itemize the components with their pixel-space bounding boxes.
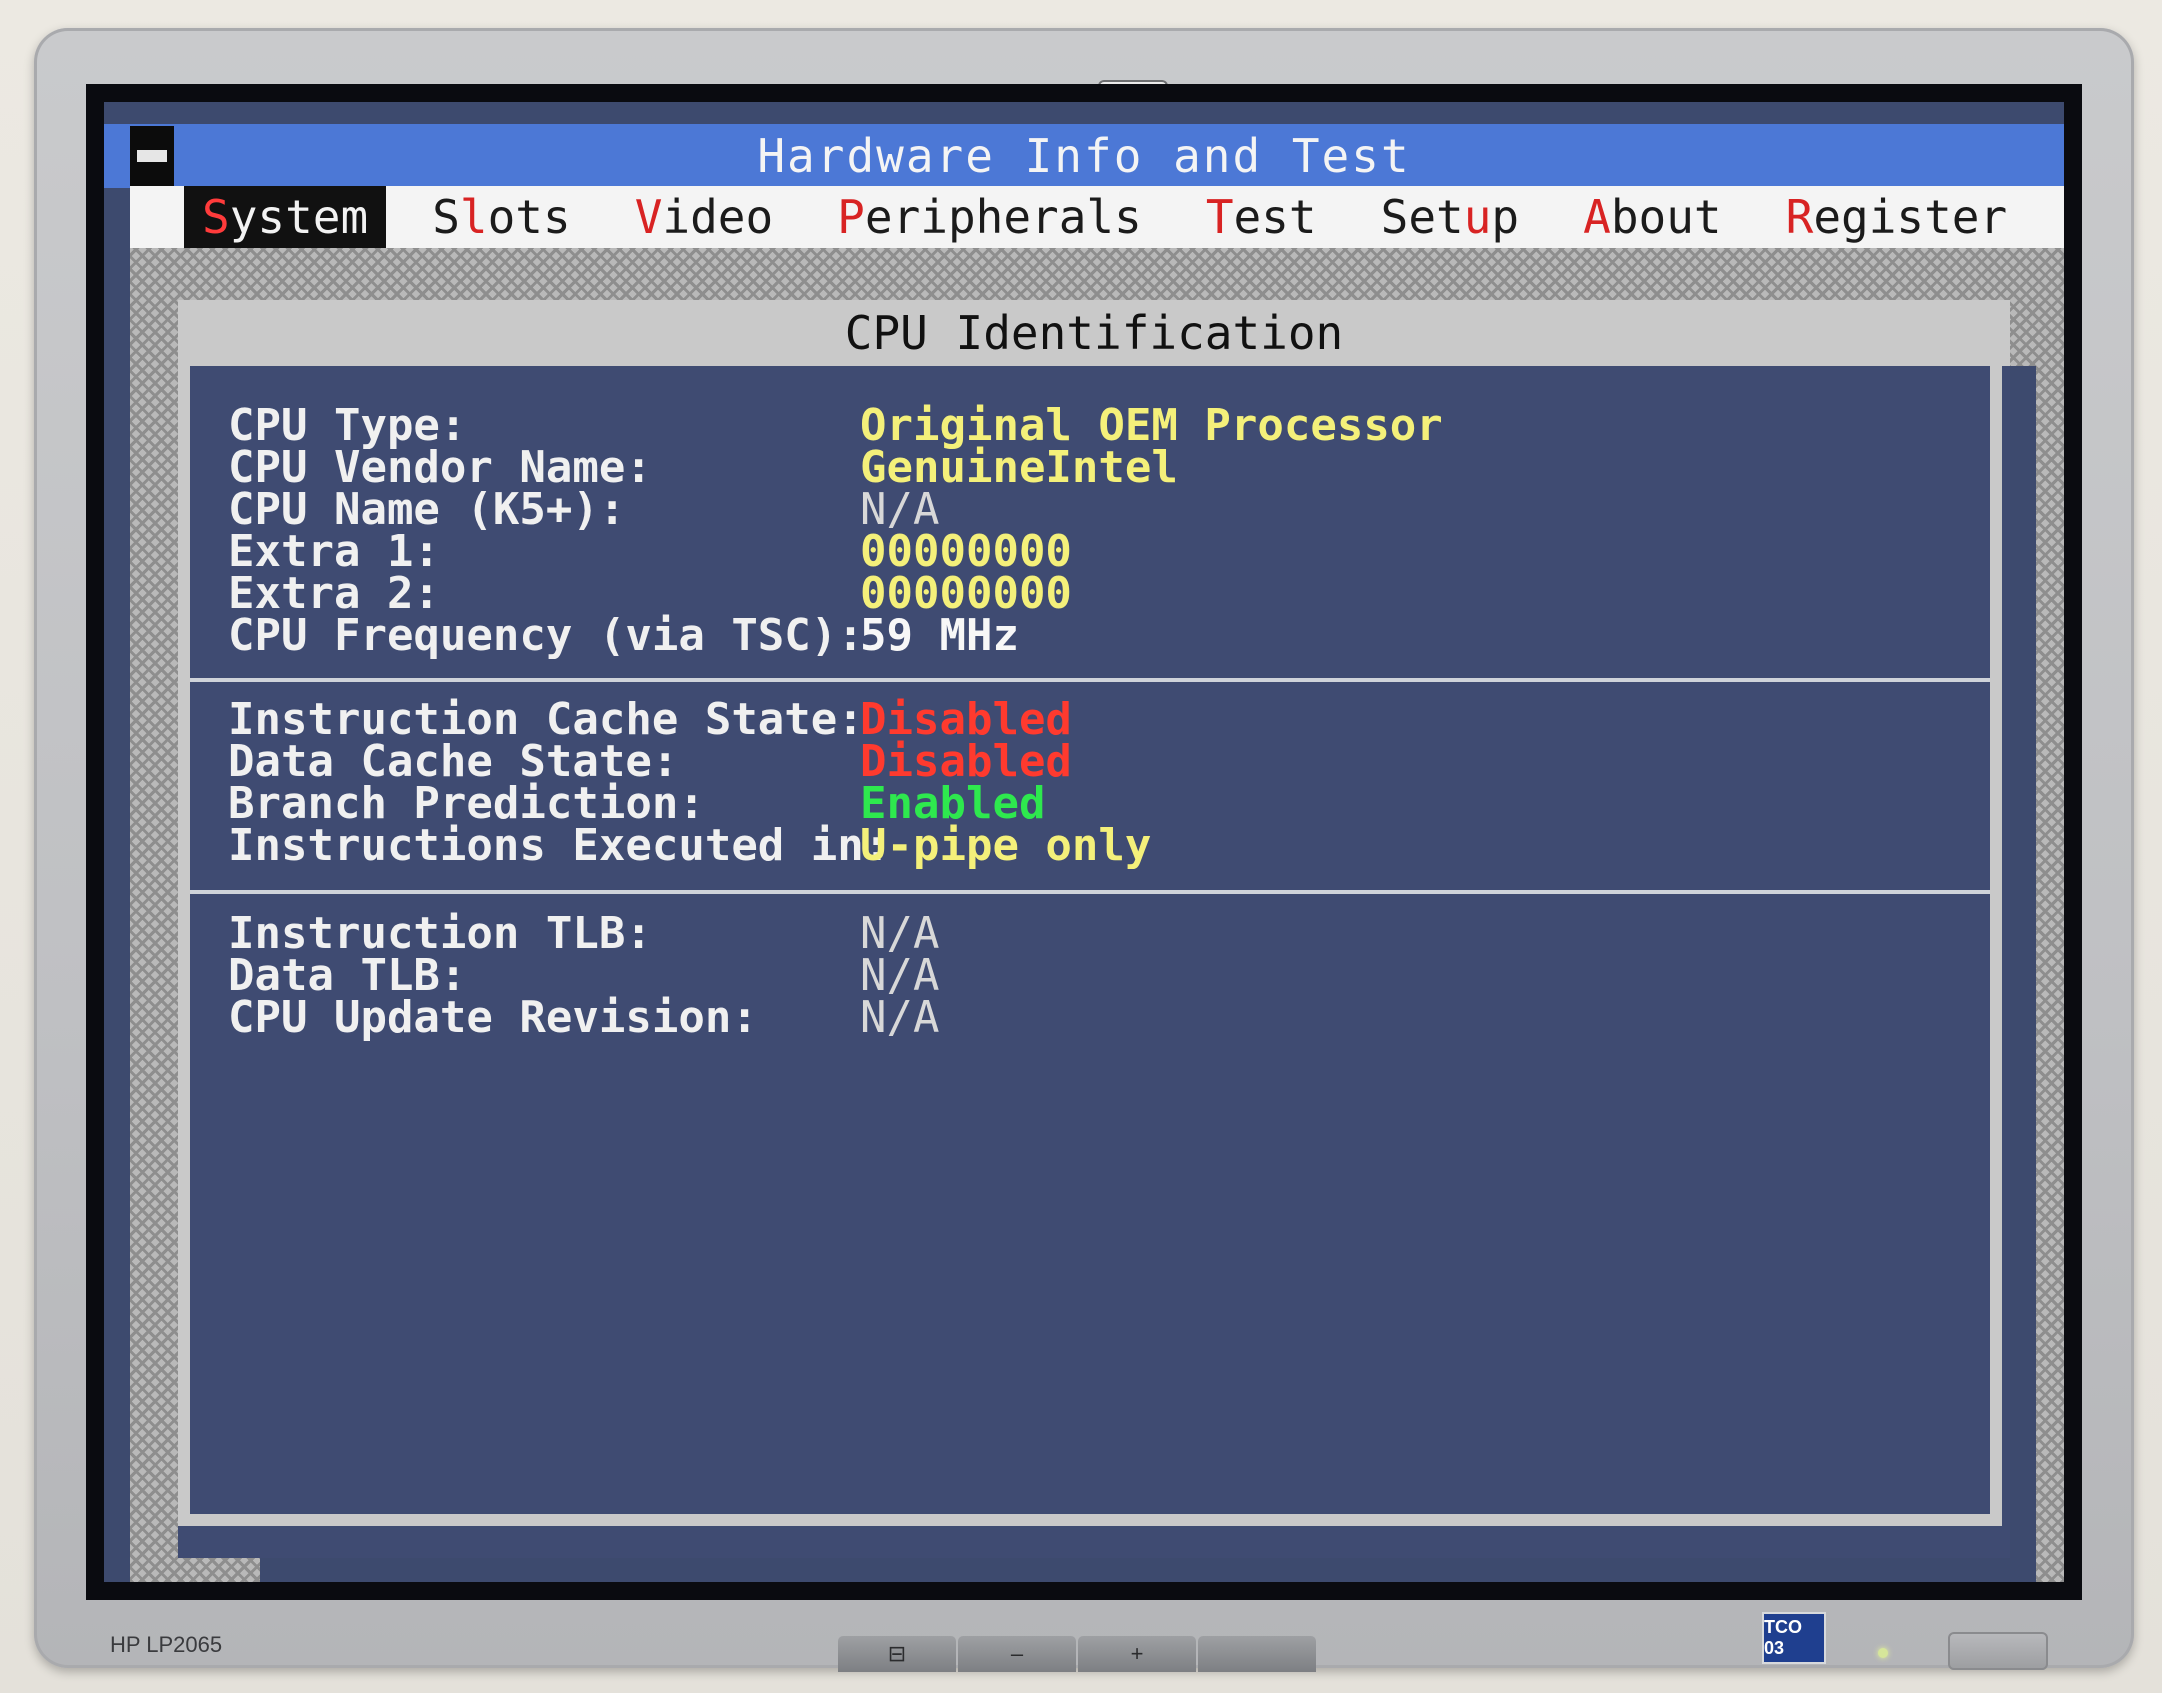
- info-row-update-revision: CPU Update Revision: N/A: [228, 990, 1928, 1044]
- menu-hotkey: A: [1583, 190, 1611, 244]
- bezel-minus-button[interactable]: –: [958, 1636, 1076, 1672]
- info-label: Instructions Executed in:: [228, 819, 891, 871]
- monitor-model-label: HP LP2065: [110, 1632, 223, 1657]
- dialog-frame: [178, 1514, 2002, 1526]
- section-divider: [190, 890, 1990, 894]
- menu-test[interactable]: Test: [1188, 186, 1335, 248]
- menu-label: p: [1491, 190, 1520, 244]
- cpu-identification-dialog: CPU Identification CPU Type: Original OE…: [178, 300, 2010, 1558]
- dialog-shadow: [260, 1558, 2036, 1582]
- menu-hotkey: T: [1205, 190, 1234, 244]
- menu-video[interactable]: Video: [617, 186, 791, 248]
- power-led: [1878, 1648, 1888, 1658]
- power-button[interactable]: [1948, 1632, 2048, 1670]
- menu-hotkey: P: [837, 190, 865, 244]
- info-value: 59 MHz: [860, 609, 1019, 661]
- dialog-frame: [1990, 366, 2002, 1526]
- bezel-menu-button[interactable]: [1198, 1636, 1316, 1672]
- dialog-title: CPU Identification: [178, 300, 2010, 366]
- dialog-shadow: [2010, 366, 2036, 1582]
- menu-system[interactable]: System: [184, 186, 387, 248]
- menu-hotkey: l: [459, 190, 488, 244]
- info-row-pipe: Instructions Executed in: U-pipe only: [228, 818, 1928, 872]
- menu-slots[interactable]: Sl ots: [414, 186, 589, 248]
- menu-about[interactable]: About: [1565, 186, 1739, 248]
- info-label: CPU Frequency (via TSC):: [228, 609, 864, 661]
- bezel-button-row: ⊟ – +: [838, 1636, 1318, 1676]
- menu-label: Set: [1380, 190, 1464, 244]
- menu-peripherals[interactable]: Peripherals: [819, 186, 1160, 248]
- menu-label: eripherals: [864, 190, 1142, 244]
- section-divider: [190, 678, 1990, 682]
- dialog-frame: [178, 366, 190, 1526]
- screen: Hardware Info and Test System Sl ots Vide…: [104, 102, 2064, 1582]
- menu-hotkey: R: [1785, 190, 1814, 244]
- menu-label: egister: [1813, 190, 2008, 244]
- menu-label: ots: [487, 190, 571, 244]
- info-label: CPU Update Revision:: [228, 991, 758, 1043]
- menu-register[interactable]: Register: [1768, 186, 2026, 248]
- menu-hotkey: u: [1463, 190, 1492, 244]
- bezel-input-button[interactable]: ⊟: [838, 1636, 956, 1672]
- menu-hotkey: S: [202, 190, 230, 244]
- menu-label: est: [1233, 190, 1317, 244]
- menu-setup[interactable]: Set u p: [1363, 186, 1538, 248]
- menu-label: ideo: [662, 190, 774, 244]
- app-title: Hardware Info and Test: [757, 129, 1411, 183]
- info-row-cpu-frequency: CPU Frequency (via TSC): 59 MHz: [228, 608, 1928, 662]
- menu-hotkey: V: [634, 190, 663, 244]
- menu-label: ystem: [229, 190, 369, 244]
- tco-badge: TCO 03: [1762, 1612, 1826, 1664]
- menu-label: S: [432, 190, 460, 244]
- menu-label: bout: [1610, 190, 1722, 244]
- bezel-plus-button[interactable]: +: [1078, 1636, 1196, 1672]
- info-value: N/A: [860, 991, 940, 1043]
- menu-bar: System Sl ots Video Peripherals Test Set u…: [130, 186, 2064, 248]
- info-value: U-pipe only: [860, 819, 1152, 871]
